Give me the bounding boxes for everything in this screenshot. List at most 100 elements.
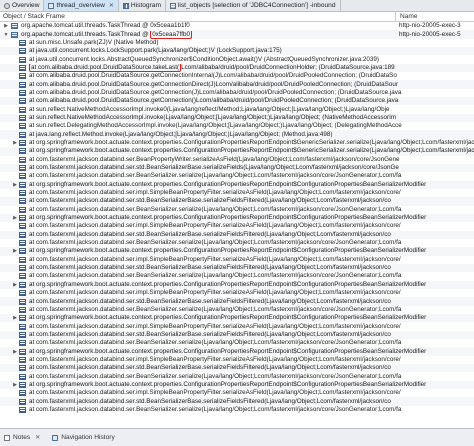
row-label: at com.fasterxml.jackson.databind.ser.st… bbox=[29, 264, 391, 272]
column-header-name[interactable]: Name bbox=[395, 11, 418, 21]
expand-toggle-icon[interactable]: ▶ bbox=[12, 181, 18, 189]
expand-toggle-icon[interactable]: ▶ bbox=[12, 247, 18, 255]
stack-frame-icon bbox=[19, 114, 26, 121]
expand-toggle-icon[interactable]: ▶ bbox=[12, 214, 18, 222]
stack-frame-row[interactable]: at com.fasterxml.jackson.databind.ser.st… bbox=[0, 364, 474, 373]
row-label: at com.fasterxml.jackson.databind.ser.st… bbox=[29, 164, 399, 172]
row-label: at sun.reflect.NativeMethodAccessorImpl.… bbox=[29, 105, 390, 113]
stack-frame-row[interactable]: at com.fasterxml.jackson.databind.ser.st… bbox=[0, 230, 474, 239]
stack-frame-row[interactable]: at org.springframework.boot.actuate.cont… bbox=[0, 147, 474, 156]
stack-frame-row[interactable]: at com.alibaba.druid.pool.DruidDataSourc… bbox=[0, 63, 474, 73]
stack-frame-row[interactable]: ▶ at org.springframework.boot.actuate.con… bbox=[0, 314, 474, 323]
stack-frame-row[interactable]: at java.util.concurrent.locks.AbstractQu… bbox=[0, 55, 474, 63]
stack-frame-row[interactable]: at com.fasterxml.jackson.databind.ser.st… bbox=[0, 197, 474, 206]
expand-toggle-icon[interactable]: ▶ bbox=[12, 348, 18, 356]
stack-frame-row[interactable]: at com.fasterxml.jackson.databind.ser.Be… bbox=[0, 206, 474, 214]
stack-frame-row[interactable]: at com.fasterxml.jackson.databind.ser.Be… bbox=[0, 156, 474, 164]
collapse-toggle-icon[interactable]: ▼ bbox=[3, 31, 9, 39]
stack-frame-row[interactable]: at com.fasterxml.jackson.databind.ser.Be… bbox=[0, 406, 474, 414]
stack-frame-icon bbox=[19, 306, 26, 313]
close-icon[interactable]: ✕ bbox=[109, 2, 114, 9]
stack-frame-row[interactable]: at com.fasterxml.jackson.databind.ser.st… bbox=[0, 263, 474, 273]
stack-frame-row[interactable]: at sun.reflect.NativeMethodAccessorImpl.… bbox=[0, 105, 474, 113]
stack-frame-row[interactable]: at com.fasterxml.jackson.databind.ser.im… bbox=[0, 256, 474, 264]
tab-list-objects-selection-of-jdbc4connection-inbound[interactable]: list_objects [selection of 'JDBC4Connect… bbox=[166, 0, 341, 11]
bottom-tab-label: Navigation History bbox=[61, 434, 115, 441]
stack-frame-row[interactable]: at com.fasterxml.jackson.databind.ser.im… bbox=[0, 322, 474, 330]
stack-frame-row[interactable]: at sun.reflect.NativeMethodAccessorImpl.… bbox=[0, 113, 474, 123]
tab-overview[interactable]: Overview bbox=[0, 0, 45, 11]
stack-frame-icon bbox=[19, 190, 26, 197]
stack-frame-row[interactable]: at com.alibaba.druid.pool.DruidDataSourc… bbox=[0, 72, 474, 80]
row-text: org.apache.tomcat.util.threads.TaskThrea… bbox=[21, 22, 395, 30]
stack-frame-row[interactable]: at com.alibaba.druid.pool.DruidDataSourc… bbox=[0, 97, 474, 106]
stack-frame-row[interactable]: at com.fasterxml.jackson.databind.ser.Be… bbox=[0, 172, 474, 180]
stack-frame-row[interactable]: at com.fasterxml.jackson.databind.ser.st… bbox=[0, 397, 474, 406]
row-label: at sun.reflect.DelegatingMethodAccessorI… bbox=[29, 122, 402, 130]
row-label: at com.fasterxml.jackson.databind.ser.Be… bbox=[29, 239, 402, 247]
row-text: at com.fasterxml.jackson.databind.ser.Be… bbox=[29, 239, 474, 247]
row-label: at com.fasterxml.jackson.databind.ser.st… bbox=[29, 197, 391, 205]
thread-row[interactable]: ▶ org.apache.tomcat.util.threads.TaskThre… bbox=[0, 22, 474, 30]
expand-toggle-icon[interactable]: ▶ bbox=[12, 381, 18, 389]
thread-row[interactable]: ▼ org.apache.tomcat.util.threads.TaskThre… bbox=[0, 30, 474, 39]
row-label: at com.fasterxml.jackson.databind.ser.Be… bbox=[29, 172, 402, 180]
row-text: org.apache.tomcat.util.threads.TaskThrea… bbox=[21, 30, 395, 39]
stack-frame-row[interactable]: at sun.misc.Unsafe.park(ZJ)V (Native Met… bbox=[0, 39, 474, 47]
row-text: at com.fasterxml.jackson.databind.ser.Be… bbox=[29, 406, 474, 414]
row-label: at com.fasterxml.jackson.databind.ser.Be… bbox=[29, 205, 402, 213]
stack-frame-row[interactable]: at com.alibaba.druid.pool.DruidDataSourc… bbox=[0, 89, 474, 97]
stack-frame-row[interactable]: at sun.reflect.DelegatingMethodAccessorI… bbox=[0, 122, 474, 130]
close-icon[interactable]: ✕ bbox=[35, 434, 40, 441]
stack-frame-icon bbox=[19, 406, 26, 413]
row-label: at com.fasterxml.jackson.databind.ser.Be… bbox=[29, 305, 402, 313]
row-label: at com.fasterxml.jackson.databind.ser.Be… bbox=[29, 372, 402, 380]
expand-toggle-icon[interactable]: ▶ bbox=[12, 281, 18, 289]
stack-frame-row[interactable]: at com.fasterxml.jackson.databind.ser.Be… bbox=[0, 372, 474, 380]
stack-frame-row[interactable]: ▶ at org.springframework.boot.actuate.con… bbox=[0, 180, 474, 189]
row-label: at com.fasterxml.jackson.databind.ser.st… bbox=[29, 330, 391, 338]
row-text: at com.fasterxml.jackson.databind.ser.st… bbox=[29, 197, 474, 205]
thread-icon bbox=[48, 2, 55, 9]
stack-frame-icon bbox=[19, 98, 26, 105]
table-header: Object / Stack Frame Name bbox=[0, 11, 474, 22]
stack-frame-row[interactable]: ▶ at org.springframework.boot.actuate.con… bbox=[0, 247, 474, 256]
stack-frame-row[interactable]: at com.fasterxml.jackson.databind.ser.Be… bbox=[0, 306, 474, 314]
stack-frame-row[interactable]: ▶ at org.springframework.boot.actuate.con… bbox=[0, 139, 474, 147]
tab-histogram[interactable]: Histogram bbox=[119, 0, 166, 11]
row-label: at com.fasterxml.jackson.databind.ser.st… bbox=[29, 297, 391, 305]
stack-frame-row[interactable]: at com.fasterxml.jackson.databind.ser.im… bbox=[0, 222, 474, 230]
expand-toggle-icon[interactable]: ▶ bbox=[12, 139, 18, 147]
row-text: at com.fasterxml.jackson.databind.ser.Be… bbox=[29, 272, 474, 280]
stack-frame-row[interactable]: ▶ at org.springframework.boot.actuate.con… bbox=[0, 213, 474, 223]
stack-frame-row[interactable]: at com.fasterxml.jackson.databind.ser.Be… bbox=[0, 272, 474, 280]
stack-frame-icon bbox=[19, 215, 26, 222]
stack-frame-row[interactable]: at com.fasterxml.jackson.databind.ser.im… bbox=[0, 356, 474, 364]
stack-frame-icon bbox=[19, 39, 26, 46]
stack-frame-row[interactable]: at com.fasterxml.jackson.databind.ser.st… bbox=[0, 163, 474, 173]
stack-frame-icon bbox=[19, 156, 26, 163]
stack-frame-row[interactable]: at com.fasterxml.jackson.databind.ser.Be… bbox=[0, 239, 474, 247]
thread-icon bbox=[11, 31, 18, 38]
stack-frame-row[interactable]: at com.fasterxml.jackson.databind.ser.im… bbox=[0, 289, 474, 297]
stack-frame-row[interactable]: at java.util.concurrent.locks.LockSuppor… bbox=[0, 47, 474, 56]
tab-thread-overview[interactable]: thread_overview ✕ bbox=[44, 0, 119, 11]
stack-frame-row[interactable]: at java.lang.reflect.Method.invoke(Ljava… bbox=[0, 130, 474, 139]
row-text: at java.lang.reflect.Method.invoke(Ljava… bbox=[29, 131, 474, 139]
stack-frame-row[interactable]: at com.fasterxml.jackson.databind.ser.Be… bbox=[0, 339, 474, 347]
expand-toggle-icon[interactable]: ▶ bbox=[12, 314, 18, 322]
bottom-tab-notes[interactable]: Notes ✕ bbox=[0, 434, 40, 441]
row-text: at com.alibaba.druid.pool.DruidDataSourc… bbox=[29, 89, 474, 97]
stack-frame-row[interactable]: at com.fasterxml.jackson.databind.ser.st… bbox=[0, 330, 474, 340]
row-label: at com.fasterxml.jackson.databind.ser.im… bbox=[29, 389, 401, 397]
stack-frame-row[interactable]: ▶ at org.springframework.boot.actuate.con… bbox=[0, 280, 474, 289]
stack-frame-row[interactable]: at com.alibaba.druid.pool.DruidDataSourc… bbox=[0, 80, 474, 89]
stack-frame-row[interactable]: at com.fasterxml.jackson.databind.ser.im… bbox=[0, 389, 474, 397]
stack-frame-row[interactable]: ▶ at org.springframework.boot.actuate.con… bbox=[0, 347, 474, 356]
stack-frame-row[interactable]: at com.fasterxml.jackson.databind.ser.st… bbox=[0, 297, 474, 306]
expand-toggle-icon[interactable]: ▶ bbox=[3, 22, 9, 30]
stack-frame-row[interactable]: at com.fasterxml.jackson.databind.ser.im… bbox=[0, 189, 474, 197]
stack-frame-row[interactable]: ▶ at org.springframework.boot.actuate.con… bbox=[0, 380, 474, 390]
column-header-object-stack-frame[interactable]: Object / Stack Frame bbox=[0, 13, 395, 20]
bottom-tab-navigation-history[interactable]: Navigation History bbox=[48, 434, 115, 441]
